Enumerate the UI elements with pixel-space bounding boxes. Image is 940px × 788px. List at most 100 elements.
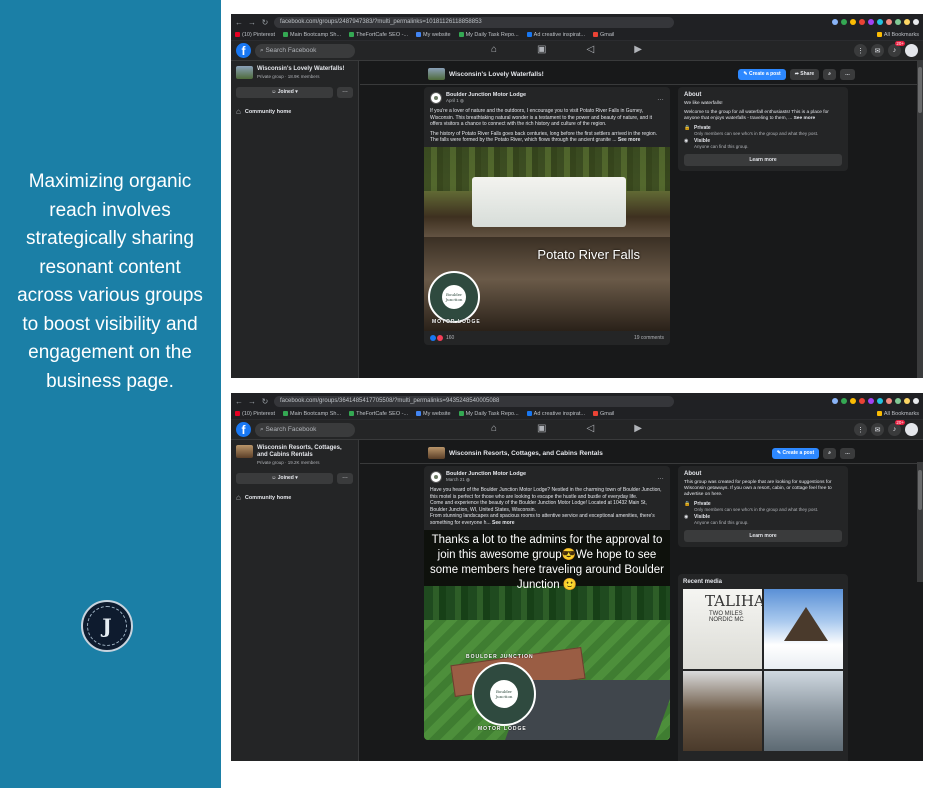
bookmark-item[interactable]: Ad creative inspirat... [526,411,585,417]
more-options-button[interactable]: … [337,87,353,98]
media-tile-hot-tub[interactable] [764,671,843,751]
home-icon[interactable]: ⌂ [491,44,497,55]
extension-icon[interactable] [877,398,883,404]
forward-icon[interactable]: → [248,397,256,406]
search-group-button[interactable]: ⌕ [823,447,836,459]
scrollbar[interactable] [917,462,923,582]
profile-avatar-icon[interactable] [913,398,919,404]
extension-icon[interactable] [868,19,874,25]
learn-more-button[interactable]: Learn more [684,154,842,166]
post-date[interactable]: March 21 ◍ [446,477,526,483]
back-icon[interactable]: ← [235,397,243,406]
post-menu-icon[interactable]: … [657,95,664,102]
reload-icon[interactable]: ↻ [261,397,269,406]
extension-icon[interactable] [895,19,901,25]
address-bar[interactable]: facebook.com/groups/2487947383/?multi_pe… [274,16,674,28]
notifications-icon[interactable]: ♪ 20+ [888,420,905,436]
bookmark-item[interactable]: Gmail [593,411,614,417]
bookmark-item[interactable]: TheFortCafe SEO -... [349,411,408,417]
extension-icon[interactable] [904,398,910,404]
extension-icon[interactable] [850,19,856,25]
extension-icon[interactable] [859,398,865,404]
extension-icon[interactable] [904,19,910,25]
play-icon[interactable]: ▶ [634,423,642,434]
back-icon[interactable]: ← [235,18,243,27]
bookmark-item[interactable]: Main Bootcamp Sh... [283,411,341,417]
pages-icon[interactable]: ▣ [537,423,546,434]
home-icon[interactable]: ⌂ [491,423,497,434]
forward-icon[interactable]: → [248,18,256,27]
bookmark-item[interactable]: (10) Pinterest [235,411,275,417]
bookmark-item[interactable]: Main Bootcamp Sh... [283,32,341,38]
megaphone-icon[interactable]: ◁ [587,44,595,55]
media-tile-sign[interactable]: TALIHA TWO MILES NORDIC MC [683,589,762,669]
sidebar-item-community-home[interactable]: ⌂ Community home [236,107,353,116]
scrollbar-thumb[interactable] [918,470,922,510]
extension-icon[interactable] [895,398,901,404]
account-avatar[interactable] [905,44,918,57]
bookmark-item[interactable]: My Daily Task Repo... [458,411,519,417]
bookmark-item[interactable]: My website [416,32,451,38]
messenger-icon[interactable]: ✉ [871,44,884,57]
sidebar-group-name[interactable]: Wisconsin Resorts, Cottages, and Cabins … [257,445,353,459]
media-tile-interior[interactable] [683,671,762,751]
facebook-logo-icon[interactable]: f [236,422,251,437]
joined-button[interactable]: ☺ Joined ▾ [236,473,333,484]
author-avatar[interactable] [430,92,442,104]
create-post-button[interactable]: ✎ Create a post [738,68,786,80]
post-photo[interactable]: Thanks a lot to the admins for the appro… [424,529,670,740]
account-avatar[interactable] [905,423,918,436]
comment-count[interactable]: 19 comments [634,335,664,341]
share-button[interactable]: ➦ Share [789,68,820,80]
post-menu-icon[interactable]: … [657,474,664,481]
scrollbar-thumb[interactable] [918,67,922,113]
bookmark-item[interactable]: TheFortCafe SEO -... [349,32,408,38]
all-bookmarks[interactable]: All Bookmarks [876,32,919,38]
notifications-icon[interactable]: ♪ 20+ [888,41,905,57]
media-tile-cabin[interactable] [764,589,843,669]
megaphone-icon[interactable]: ◁ [587,423,595,434]
extension-icon[interactable] [850,398,856,404]
sidebar-group-name[interactable]: Wisconsin's Lovely Waterfalls! [257,66,345,73]
extension-icon[interactable] [877,19,883,25]
extension-icon[interactable] [886,398,892,404]
scrollbar[interactable] [917,61,923,378]
bookmark-item[interactable]: (10) Pinterest [235,32,275,38]
create-post-button[interactable]: ✎ Create a post [771,447,820,459]
extension-icon[interactable] [859,19,865,25]
learn-more-button[interactable]: Learn more [684,530,842,542]
sidebar-item-community-home[interactable]: ⌂ Community home [236,493,353,502]
extension-icon[interactable] [868,398,874,404]
love-icon[interactable] [437,334,443,341]
search-input[interactable]: ⌕ Search Facebook [255,422,355,437]
group-more-button[interactable]: … [840,447,855,459]
reaction-count[interactable]: 160 [446,335,454,341]
all-bookmarks[interactable]: All Bookmarks [876,411,919,417]
joined-button[interactable]: ☺ Joined ▾ [236,87,333,98]
address-bar[interactable]: facebook.com/groups/3641485417705508/?mu… [274,395,674,407]
reload-icon[interactable]: ↻ [261,18,269,27]
pages-icon[interactable]: ▣ [537,44,546,55]
see-more-link[interactable]: See more [794,116,816,121]
extension-icon[interactable] [832,19,838,25]
extension-icon[interactable] [832,398,838,404]
menu-grid-icon[interactable]: ⋮ [854,44,867,57]
extension-icon[interactable] [841,398,847,404]
group-thumbnail[interactable] [236,445,253,458]
menu-grid-icon[interactable]: ⋮ [854,423,867,436]
profile-avatar-icon[interactable] [913,19,919,25]
group-more-button[interactable]: … [840,68,855,80]
facebook-logo-icon[interactable]: f [236,43,251,58]
bookmark-item[interactable]: My Daily Task Repo... [458,32,519,38]
group-thumbnail[interactable] [236,66,253,79]
extension-icon[interactable] [841,19,847,25]
bookmark-item[interactable]: Gmail [593,32,614,38]
play-icon[interactable]: ▶ [634,44,642,55]
bookmark-item[interactable]: My website [416,411,451,417]
extension-icon[interactable] [886,19,892,25]
more-options-button[interactable]: … [337,473,353,484]
messenger-icon[interactable]: ✉ [871,423,884,436]
see-more-link[interactable]: See more [492,520,515,526]
like-icon[interactable] [430,334,436,341]
see-more-link[interactable]: See more [618,137,641,143]
